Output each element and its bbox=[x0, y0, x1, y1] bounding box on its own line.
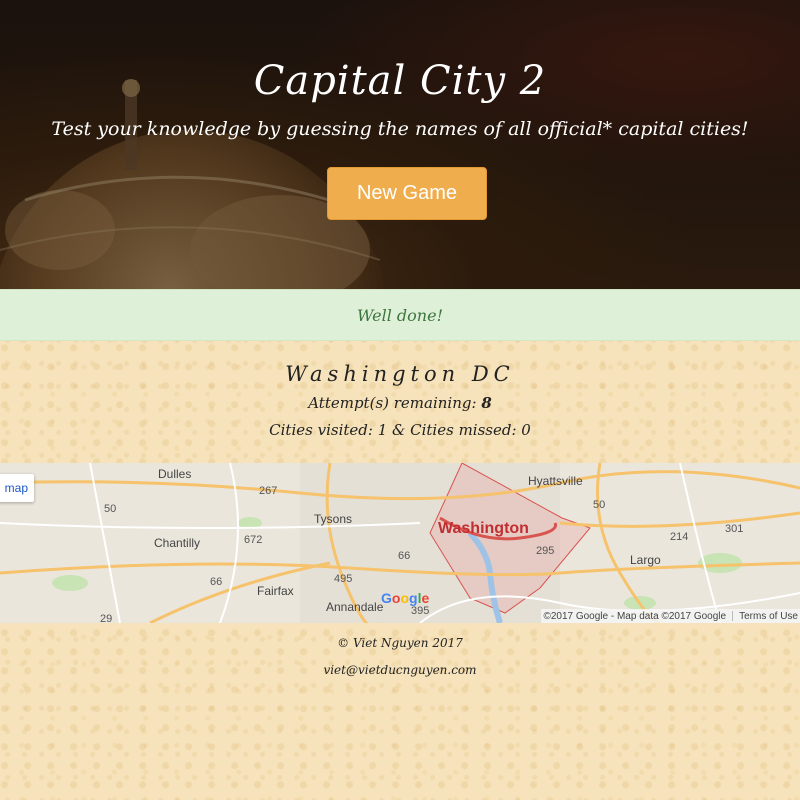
map-label-chantilly: Chantilly bbox=[154, 536, 201, 550]
cities-stats: Cities visited: 1 & Cities missed: 0 bbox=[269, 421, 531, 439]
map-label-washington: Washington bbox=[438, 520, 529, 537]
attempts-value: 8 bbox=[481, 394, 492, 412]
google-logo: Google bbox=[381, 590, 430, 606]
map-label-hyattsville: Hyattsville bbox=[528, 474, 583, 488]
attempts-remaining: Attempt(s) remaining: 8 bbox=[0, 394, 800, 412]
attribution-divider bbox=[732, 611, 734, 621]
road-shield-29: 29 bbox=[100, 613, 113, 623]
success-alert: Well done! bbox=[0, 289, 800, 341]
new-game-button[interactable]: New Game bbox=[327, 167, 487, 220]
map-label-tysons: Tysons bbox=[314, 512, 353, 526]
road-shield-395: 395 bbox=[411, 605, 430, 617]
road-shield-66a: 66 bbox=[398, 550, 411, 562]
map-label-largo: Largo bbox=[630, 553, 661, 567]
page-title: Capital City 2 bbox=[253, 58, 547, 104]
road-shield-66b: 66 bbox=[210, 576, 223, 588]
globe-illustration bbox=[0, 0, 800, 289]
map-label-dulles: Dulles bbox=[158, 467, 192, 481]
road-shield-672: 672 bbox=[244, 534, 263, 546]
footer-copyright: © Viet Nguyen 2017 bbox=[337, 636, 463, 650]
road-shield-50: 50 bbox=[104, 503, 117, 515]
map-attribution: ©2017 Google - Map data ©2017 Google bbox=[543, 610, 727, 622]
road-shield-50-east: 50 bbox=[593, 499, 606, 511]
road-shield-301: 301 bbox=[725, 523, 744, 535]
terms-of-use-link[interactable]: Terms of Use bbox=[739, 611, 798, 622]
attempts-label: Attempt(s) remaining: bbox=[308, 394, 477, 412]
road-shield-267: 267 bbox=[259, 485, 278, 497]
road-shield-214: 214 bbox=[670, 531, 689, 543]
map-label-annandale: Annandale bbox=[326, 600, 384, 614]
road-shield-295: 295 bbox=[536, 545, 555, 557]
map-type-button[interactable]: map bbox=[0, 474, 34, 502]
footer-email: viet@vietducnguyen.com bbox=[323, 663, 477, 677]
map-attribution-bar: ©2017 Google - Map data ©2017 Google Ter… bbox=[541, 609, 800, 623]
road-shield-495: 495 bbox=[334, 573, 353, 585]
hero-banner: Capital City 2 Test your knowledge by gu… bbox=[0, 0, 800, 289]
page-subtitle: Test your knowledge by guessing the name… bbox=[51, 118, 749, 140]
city-name: Washington DC bbox=[285, 362, 515, 386]
map-label-fairfax: Fairfax bbox=[257, 584, 294, 598]
